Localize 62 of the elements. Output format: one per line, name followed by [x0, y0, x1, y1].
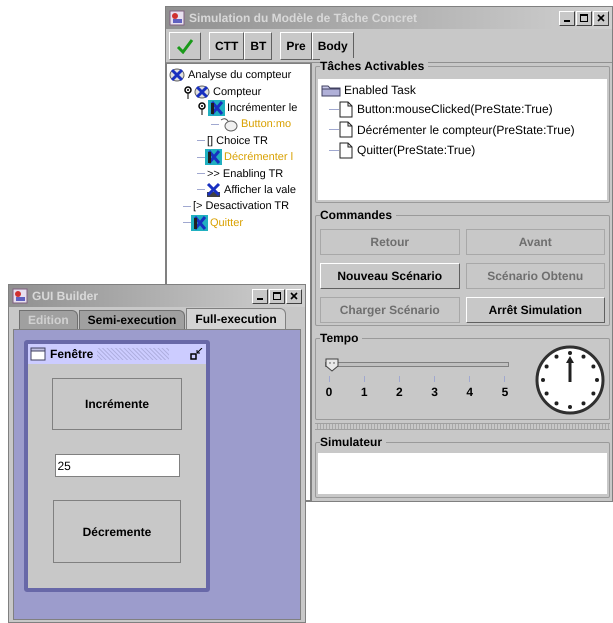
maximize-button[interactable] — [269, 288, 285, 304]
number-field[interactable]: 25 — [54, 454, 180, 477]
maximize-icon — [580, 14, 588, 22]
decrement-button[interactable]: Décremente — [53, 500, 181, 563]
maximize-icon — [273, 292, 281, 300]
tick-label: 3 — [431, 385, 438, 399]
interaction-task-icon — [191, 214, 208, 231]
close-button[interactable] — [286, 288, 302, 304]
document-icon — [339, 121, 353, 138]
close-button[interactable] — [593, 10, 609, 26]
tick-label: 0 — [326, 385, 332, 399]
command-button[interactable]: Arrêt Simulation — [466, 297, 605, 323]
app-icon — [169, 10, 185, 26]
tick-label: 2 — [396, 385, 403, 399]
clock-icon — [535, 345, 605, 415]
application-task-icon — [205, 182, 222, 198]
app-icon — [12, 288, 28, 304]
tree-item[interactable]: Incrémenter le — [227, 100, 298, 116]
close-icon — [597, 14, 605, 22]
toolbar-button[interactable]: BT — [244, 32, 272, 60]
expand-handle-icon[interactable] — [183, 84, 193, 99]
tab[interactable]: Semi-execution — [78, 310, 186, 329]
increment-button[interactable]: Incrémente — [52, 378, 182, 430]
enabled-task-item[interactable]: Décrémenter le compteur(PreState:True) — [357, 120, 575, 139]
minimize-button[interactable] — [559, 10, 575, 26]
minimize-button[interactable] — [252, 288, 268, 304]
minimize-icon — [564, 20, 570, 22]
mouse-icon — [219, 116, 239, 132]
toolbar-button[interactable]: Pre — [280, 32, 312, 60]
tree-item[interactable]: [] Choice TR — [207, 132, 268, 149]
document-icon — [339, 100, 353, 118]
tempo-slider[interactable] — [325, 358, 509, 372]
tree-item[interactable]: >> Enabling TR — [207, 166, 284, 182]
confirm-button[interactable] — [169, 32, 201, 60]
list-root[interactable]: Enabled Task — [344, 81, 416, 99]
window-icon — [30, 347, 46, 361]
enabled-task-item[interactable]: Quitter(PreState:True) — [357, 141, 476, 160]
toolbar-button[interactable]: Body — [312, 32, 354, 60]
maximize-button[interactable] — [576, 10, 592, 26]
tree-item[interactable]: Compteur — [213, 84, 262, 100]
enabled-task-item[interactable]: Button:mouseClicked(PreState:True) — [357, 100, 553, 118]
document-icon — [339, 142, 353, 159]
tab[interactable]: Full-execution — [186, 308, 286, 329]
window-title: GUI Builder — [32, 288, 98, 305]
tree-item[interactable]: [> Desactivation TR — [193, 198, 290, 214]
restore-icon — [190, 348, 204, 360]
checkmark-icon — [176, 38, 194, 54]
interaction-task-icon — [205, 149, 222, 166]
frame-title: Fenêtre — [50, 346, 94, 363]
tick-label: 1 — [360, 385, 368, 399]
slider-thumb[interactable] — [325, 358, 339, 372]
interaction-task-icon — [208, 100, 225, 116]
toolbar-button[interactable]: CTT — [209, 32, 244, 60]
tick-label: 5 — [502, 385, 508, 399]
tree-item[interactable]: Analyse du compteur — [188, 67, 292, 84]
close-icon — [290, 292, 298, 300]
expand-handle-icon[interactable] — [197, 100, 207, 115]
folder-icon — [321, 83, 341, 97]
tree-item[interactable]: Afficher la vale — [224, 182, 296, 198]
minimize-icon — [257, 298, 263, 300]
tick-label: 4 — [466, 385, 474, 399]
command-button[interactable]: Nouveau Scénario — [320, 263, 460, 289]
